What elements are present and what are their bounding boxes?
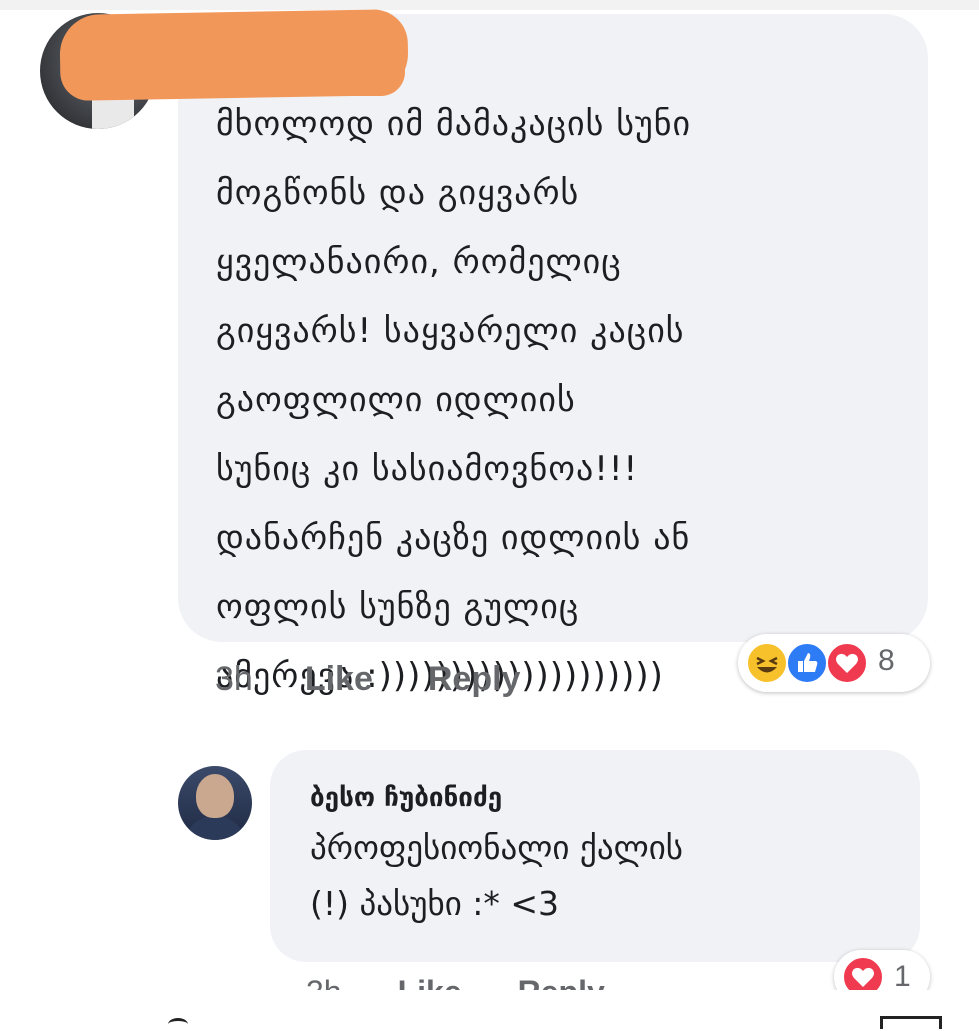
redacted-author-name-part	[210, 48, 405, 96]
reply-text: პროფესიონალი ქალის (!) პასუხი :* <3	[310, 828, 684, 923]
comment-timestamp[interactable]: 3h	[215, 660, 253, 699]
love-icon	[826, 642, 868, 684]
partial-bottom-icon	[168, 1018, 188, 1031]
reaction-summary[interactable]: 8	[738, 634, 930, 692]
reply-author-avatar[interactable]	[178, 766, 252, 840]
top-divider	[0, 0, 979, 10]
reply-author-name[interactable]: ბესო ჩუბინიძე	[310, 776, 900, 820]
reply-button[interactable]: Reply	[428, 660, 521, 699]
like-button[interactable]: Like	[305, 660, 373, 699]
haha-icon	[746, 642, 788, 684]
avatar-body	[184, 816, 246, 840]
reaction-count: 8	[878, 644, 895, 677]
like-icon	[786, 642, 828, 684]
partial-bottom-icon	[880, 1016, 942, 1029]
comment-text: მხოლოდ იმ მამაკაცის სუნი მოგწონს და გიყვ…	[216, 104, 692, 696]
comment-actions: 3h Like Reply	[215, 656, 575, 702]
comment-bubble: მხოლოდ იმ მამაკაცის სუნი მოგწონს და გიყვ…	[178, 14, 928, 696]
crop-edge	[0, 990, 979, 1024]
reply-bubble: ბესო ჩუბინიძე პროფესიონალი ქალის (!) პას…	[270, 750, 920, 962]
avatar-head	[196, 774, 234, 818]
reply-reaction-count: 1	[894, 960, 911, 993]
